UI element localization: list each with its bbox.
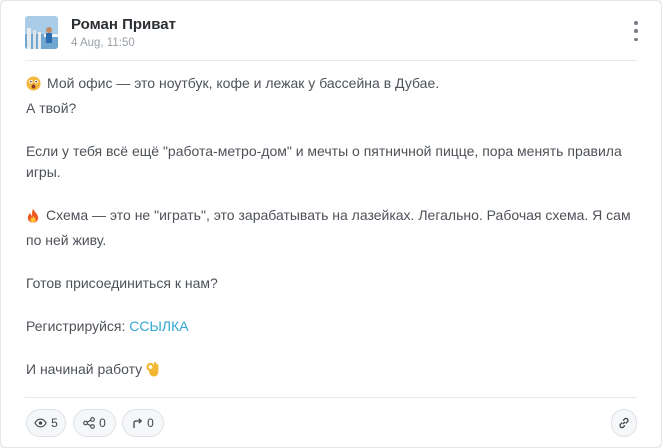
post-text: Схема — это не "играть", это зарабатыват… xyxy=(46,207,631,223)
post-line: И начинай работу xyxy=(26,359,638,384)
copy-link-button[interactable] xyxy=(611,409,637,437)
registration-link[interactable]: ССЫЛКА xyxy=(129,318,188,334)
post-text: игры. xyxy=(26,164,61,180)
avatar[interactable] xyxy=(25,16,58,49)
post-text: А твой? xyxy=(26,99,77,116)
post-line: А твой? xyxy=(26,98,638,120)
post-line: Если у тебя всё ещё "работа-метро-дом" и… xyxy=(26,141,638,163)
divider xyxy=(25,60,637,61)
post-footer: 5 0 0 xyxy=(26,409,637,437)
reposts-count: 0 xyxy=(147,416,154,430)
post-line: игры. xyxy=(26,162,638,184)
post-line: Мой офис — это ноутбук, кофе и лежак у б… xyxy=(26,73,638,98)
fire-icon xyxy=(26,208,40,230)
ok-hand-icon xyxy=(146,361,159,384)
post-text: И начинай работу xyxy=(26,360,143,377)
author-name[interactable]: Роман Приват xyxy=(71,16,176,33)
post-text: Если у тебя всё ещё "работа-метро-дом" и… xyxy=(26,142,622,159)
post-header: Роман Приват 4 Aug, 11:50 xyxy=(25,15,645,51)
post-date: 4 Aug, 11:50 xyxy=(71,37,135,49)
post-text: Готов присоединиться к нам? xyxy=(26,274,218,291)
repost-arrow-icon xyxy=(132,417,143,429)
views-count: 5 xyxy=(51,416,58,430)
views-counter[interactable]: 5 xyxy=(26,409,66,437)
shares-count: 0 xyxy=(99,416,106,430)
post-line: Регистрируйся: ССЫЛКА xyxy=(26,316,638,338)
share-button[interactable]: 0 xyxy=(73,409,116,437)
post-line: Готов присоединиться к нам? xyxy=(26,273,638,295)
more-options-icon[interactable] xyxy=(631,21,641,41)
post-text: Мой офис — это ноутбук, кофе и лежак у б… xyxy=(47,75,440,91)
share-icon xyxy=(83,417,96,429)
post-line: по ней живу. xyxy=(26,230,638,252)
repost-button[interactable]: 0 xyxy=(122,409,164,437)
astonished-face-icon xyxy=(26,76,41,98)
post-body: Мой офис — это ноутбук, кофе и лежак у б… xyxy=(26,73,638,383)
register-label: Регистрируйся: xyxy=(26,317,126,334)
eye-icon xyxy=(34,418,47,428)
post-card: Роман Приват 4 Aug, 11:50 Мой офис — это… xyxy=(0,0,662,448)
link-icon xyxy=(618,417,630,429)
post-text: по ней живу. xyxy=(26,231,107,248)
divider xyxy=(25,397,637,398)
post-line: Схема — это не "играть", это зарабатыват… xyxy=(26,205,638,230)
